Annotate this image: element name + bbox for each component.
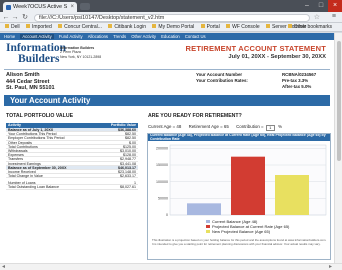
page-icon	[200, 24, 205, 28]
account-holder: Alison Smith 444 Cedar Street St. Paul, …	[6, 72, 55, 92]
horizontal-scrollbar[interactable]: ◂ ▸	[0, 263, 342, 270]
folder-icon	[26, 24, 31, 28]
bar-new-projected-balance	[275, 175, 309, 215]
bookmark-item[interactable]: My Demo Portal	[152, 23, 194, 31]
aftertax-label: After-tax	[282, 84, 301, 89]
contribution-unit: %	[278, 124, 282, 129]
pretax-label: Pre-tax	[282, 78, 297, 83]
browser-menu-icon[interactable]: ≡	[332, 13, 336, 20]
bookmark-star-icon[interactable]: ☆	[314, 13, 320, 21]
current-age: Current Age = 48	[148, 124, 182, 129]
address-bar: ← → ↻ file:///C:/Users/psi10147/Desktop/…	[0, 12, 342, 23]
bookmarks-bar: Dell Imported Concur Central... Citibank…	[0, 23, 342, 32]
maximize-icon[interactable]: □	[314, 0, 328, 12]
bookmark-item[interactable]: Portal	[200, 23, 220, 31]
holder-street: 444 Cedar Street	[6, 78, 50, 85]
reload-icon[interactable]: ↻	[21, 13, 29, 22]
window-controls: – □ ×	[300, 0, 342, 12]
holder-city: St. Paul, MN 55101	[6, 85, 55, 92]
chart-legend: Current Balance (Age 48) Projected Balan…	[206, 219, 289, 234]
nav-item-fund-activity[interactable]: Fund Activity	[59, 34, 83, 39]
nav-item-contact-us[interactable]: Contact Us	[185, 34, 206, 39]
page-icon	[152, 24, 157, 28]
legend-item: New Projected Balance (Age 65)	[206, 229, 289, 234]
row-label: Total Outstanding Loan Balance	[8, 185, 59, 190]
page-icon	[266, 24, 270, 28]
minimize-icon[interactable]: –	[300, 0, 314, 12]
row-value: $8,027.61	[120, 185, 136, 190]
retirement-controls: Current Age = 48 Retirement Age = 65 Con…	[148, 123, 328, 131]
bookmark-item[interactable]: Dell	[5, 23, 20, 31]
company-logo: Information Builders	[6, 42, 67, 65]
y-tick-label: 150000	[156, 163, 168, 167]
portfolio-table: Activity Portfolio Value Balance as of J…	[6, 123, 138, 190]
y-tick-label: 50000	[158, 197, 168, 201]
bar-projected-balance	[231, 156, 265, 215]
close-window-icon[interactable]: ×	[328, 0, 342, 12]
bookmark-item[interactable]: WF Console	[226, 23, 260, 31]
statement-period: July 01, 20XX - September 30, 20XX	[228, 54, 326, 60]
y-tick-label: 200000	[156, 147, 168, 151]
scroll-thumb[interactable]	[337, 41, 341, 161]
other-bookmarks[interactable]: Other bookmarks	[287, 23, 332, 31]
page-favicon-icon	[6, 4, 11, 10]
legend-swatch	[206, 230, 210, 233]
contribution-select[interactable]: 1	[265, 125, 275, 131]
tab-title: Week7OCUS Active S	[13, 4, 68, 10]
company-address: Information Builders 2 Penn Plaza New Yo…	[60, 46, 102, 59]
scroll-right-icon[interactable]: ▸	[329, 263, 332, 270]
nav-item-education[interactable]: Education	[161, 34, 180, 39]
statement-title: RETIREMENT ACCOUNT STATEMENT	[185, 44, 326, 53]
account-info: Your Account Number RCBNA/0234567 Your Co…	[196, 72, 328, 90]
url-input[interactable]: file:///C:/Users/psi10147/Desktop/statem…	[34, 13, 310, 22]
portfolio-heading: TOTAL PORTFOLIO VALUE	[6, 113, 74, 119]
section-banner: Your Account Activity	[4, 95, 330, 106]
holder-name: Alison Smith	[6, 72, 40, 78]
nav-item-account-activity[interactable]: Account Activity	[20, 34, 54, 39]
y-tick-label: 0	[166, 213, 168, 217]
retirement-age: Retirement Age = 65	[188, 124, 229, 129]
nav-item-allocations[interactable]: Allocations	[88, 34, 108, 39]
page-content: Home Account Activity Fund Activity Allo…	[0, 33, 334, 263]
folder-icon	[287, 24, 292, 28]
browser-tab[interactable]: Week7OCUS Active S ×	[3, 2, 77, 12]
page-icon	[108, 24, 113, 28]
bar-current-balance	[187, 203, 221, 215]
y-tick-label: 100000	[156, 180, 168, 184]
chart-footnote: This illustration is a projection based …	[152, 238, 327, 246]
bookmark-item[interactable]: Concur Central...	[58, 23, 102, 31]
chart-title: Current Balance (Age 48), Projected Bala…	[148, 134, 330, 141]
bookmark-item[interactable]: Imported	[26, 23, 52, 31]
nav-item-home[interactable]: Home	[4, 34, 15, 39]
back-icon[interactable]: ←	[2, 13, 10, 22]
nav-item-trends[interactable]: Trends	[113, 34, 126, 39]
new-tab-button[interactable]	[80, 3, 90, 10]
bookmark-item[interactable]: Citibank Login	[108, 23, 146, 31]
retirement-heading: ARE YOU READY FOR RETIREMENT?	[148, 113, 242, 119]
contribution-label: Contribution =	[236, 124, 264, 129]
pretax-rate: 3.3%	[298, 78, 309, 83]
legend-swatch	[206, 220, 210, 223]
legend-swatch	[206, 225, 210, 228]
table-row: Total Outstanding Loan Balance $8,027.61	[6, 185, 138, 190]
tab-bar: Week7OCUS Active S × – □ ×	[0, 0, 342, 12]
header-divider	[4, 69, 330, 70]
forward-icon[interactable]: →	[11, 13, 19, 22]
page-icon	[58, 24, 63, 28]
page-icon	[226, 24, 231, 28]
vertical-scrollbar[interactable]	[334, 33, 342, 263]
site-nav: Home Account Activity Fund Activity Allo…	[0, 33, 334, 40]
nav-item-other-activity[interactable]: Other Activity	[131, 34, 156, 39]
retirement-chart: Current Balance (Age 48), Projected Bala…	[147, 133, 331, 260]
browser-window: Week7OCUS Active S × – □ × ← → ↻ file://…	[0, 0, 342, 270]
close-tab-icon[interactable]: ×	[70, 2, 74, 12]
folder-icon	[5, 24, 9, 28]
aftertax-rate: 5.0%	[301, 84, 312, 89]
scroll-left-icon[interactable]: ◂	[2, 263, 5, 270]
